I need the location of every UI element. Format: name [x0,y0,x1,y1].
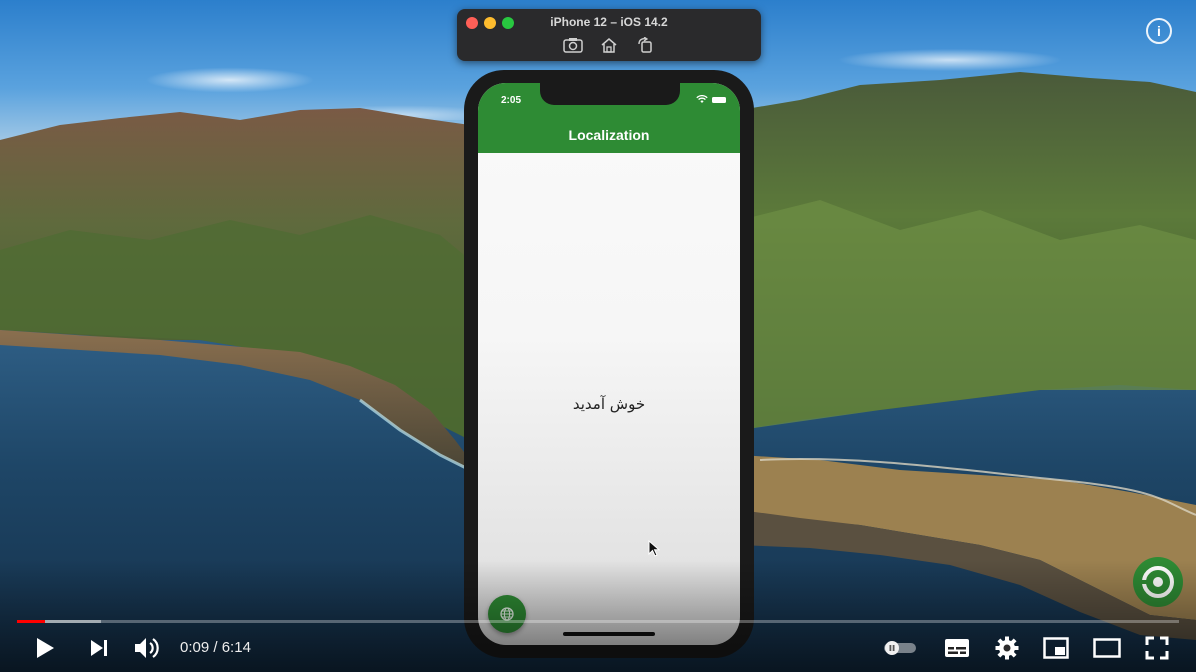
time-separator: / [209,639,222,656]
battery-icon [712,96,726,103]
volume-icon [135,638,159,658]
current-time: 0:09 [180,639,210,656]
info-icon[interactable]: i [1146,18,1172,44]
screenshot-icon[interactable] [563,36,583,54]
progress-played [17,620,45,623]
next-icon [91,640,107,656]
miniplayer-icon [1043,637,1069,659]
subtitles-icon [945,639,969,657]
autoplay-toggle-icon [884,641,916,655]
phone-notch [540,83,680,105]
settings-button[interactable] [992,634,1022,662]
simulator-title: iPhone 12 – iOS 14.2 [550,15,668,29]
theater-icon [1093,638,1121,658]
app-title: Localization [568,127,650,143]
miniplayer-button[interactable] [1041,634,1071,662]
next-button[interactable] [86,634,112,662]
welcome-text: خوش آمدید [572,395,646,413]
settings-icon [995,636,1019,660]
theater-mode-button[interactable] [1092,634,1122,662]
time-display: 0:09 / 6:14 [180,639,251,656]
duration: 6:14 [221,639,251,656]
mouse-cursor-icon [648,540,660,557]
status-time: 2:05 [501,95,522,106]
play-button[interactable] [30,634,60,662]
autoplay-toggle[interactable] [882,634,918,662]
fullscreen-button[interactable] [1142,634,1172,662]
fullscreen-icon [1145,636,1169,660]
rotate-icon[interactable] [635,36,655,54]
subtitles-button[interactable] [942,634,972,662]
play-icon [37,638,54,658]
simulator-toolbar: iPhone 12 – iOS 14.2 [457,9,761,61]
home-icon[interactable] [599,36,619,54]
progress-bar[interactable] [17,620,1179,623]
wifi-icon [696,95,708,103]
volume-button[interactable] [132,634,162,662]
